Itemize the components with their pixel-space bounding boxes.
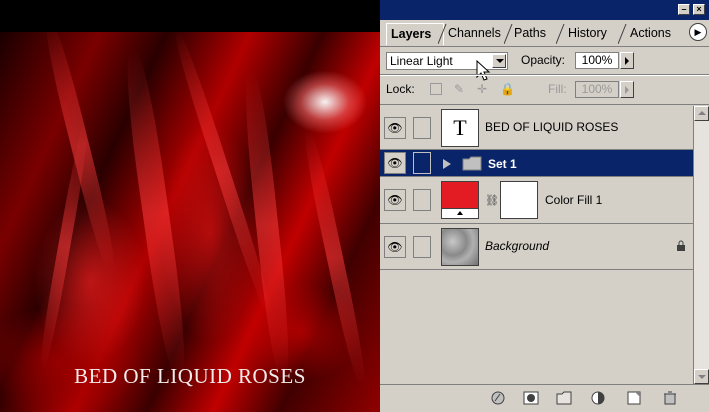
tab-layers[interactable]: Layers [386,23,444,45]
layers-palette: – × Layers Channels Paths History Action… [380,0,709,412]
tab-history[interactable]: History [564,23,624,44]
chevron-down-icon[interactable] [492,54,506,68]
layer-link-box[interactable] [413,152,431,174]
fill-input[interactable]: 100% [575,81,619,98]
layer-mask-thumbnail[interactable] [500,181,538,219]
tab-actions[interactable]: Actions [626,23,684,44]
lock-icon[interactable]: 🔒 [500,82,515,96]
artwork-image: BED OF LIQUID ROSES [0,32,380,412]
palette-tabs: Layers Channels Paths History Actions [380,20,709,47]
lock-label: Lock: [386,82,415,96]
chain-link-icon[interactable]: ⛓ [485,194,499,207]
layer-row-text[interactable]: 👁 T BED OF LIQUID ROSES [380,106,693,150]
fill-slider-button[interactable] [620,81,634,98]
layers-list: 👁 T BED OF LIQUID ROSES 👁 Set 1 👁 ⛓ Colo… [380,106,693,384]
layer-name[interactable]: BED OF LIQUID ROSES [485,120,618,134]
layer-row-background[interactable]: 👁 Background [380,224,693,270]
expand-triangle-icon[interactable] [442,158,452,170]
folder-icon [462,156,482,171]
palette-title-bar[interactable]: – × [380,0,709,20]
new-set-icon[interactable] [556,391,572,405]
layers-scrollbar[interactable] [693,106,709,384]
layer-link-box[interactable] [413,236,431,258]
layer-link-box[interactable] [413,117,431,139]
layer-link-box[interactable] [413,189,431,211]
brush-icon[interactable]: ✎ [452,82,466,96]
scroll-up-icon[interactable] [694,106,709,121]
eye-icon[interactable]: 👁 [384,189,406,211]
lock-icon [677,240,685,251]
blend-mode-value: Linear Light [390,54,453,68]
mask-icon[interactable] [523,391,539,405]
layer-name[interactable]: Set 1 [488,157,517,171]
opacity-label: Opacity: [521,53,566,67]
tab-channels[interactable]: Channels [444,23,510,44]
layer-name[interactable]: Background [485,239,549,253]
layer-style-icon[interactable] [490,391,506,405]
fill-label: Fill: [548,82,567,96]
tab-paths[interactable]: Paths [510,23,562,44]
mouse-cursor-icon [476,60,491,81]
lock-transparency-icon[interactable] [430,83,442,95]
fill-color-thumbnail [441,181,479,219]
close-icon[interactable]: × [693,4,705,15]
minimize-icon[interactable]: – [678,4,690,15]
background-thumbnail [441,228,479,266]
opacity-slider-button[interactable] [620,52,634,69]
layer-row-color-fill[interactable]: 👁 ⛓ Color Fill 1 [380,177,693,224]
palette-menu-icon[interactable]: ▶ [689,23,707,41]
adjustment-layer-icon[interactable] [591,391,607,405]
document-canvas[interactable]: BED OF LIQUID ROSES [0,0,380,412]
move-icon[interactable]: ✛ [475,82,489,96]
layer-name[interactable]: Color Fill 1 [545,193,602,207]
trash-icon[interactable] [662,391,678,405]
layers-bottom-toolbar [380,384,709,412]
opacity-input[interactable]: 100% [575,52,619,69]
text-layer-thumbnail: T [441,109,479,147]
artwork-title-text: BED OF LIQUID ROSES [74,364,306,388]
eye-icon[interactable]: 👁 [384,117,406,139]
scroll-down-icon[interactable] [694,369,709,384]
eye-icon[interactable]: 👁 [384,236,406,258]
new-layer-icon[interactable] [626,391,642,405]
layer-row-set[interactable]: 👁 Set 1 [380,150,693,177]
eye-icon[interactable]: 👁 [384,152,406,174]
